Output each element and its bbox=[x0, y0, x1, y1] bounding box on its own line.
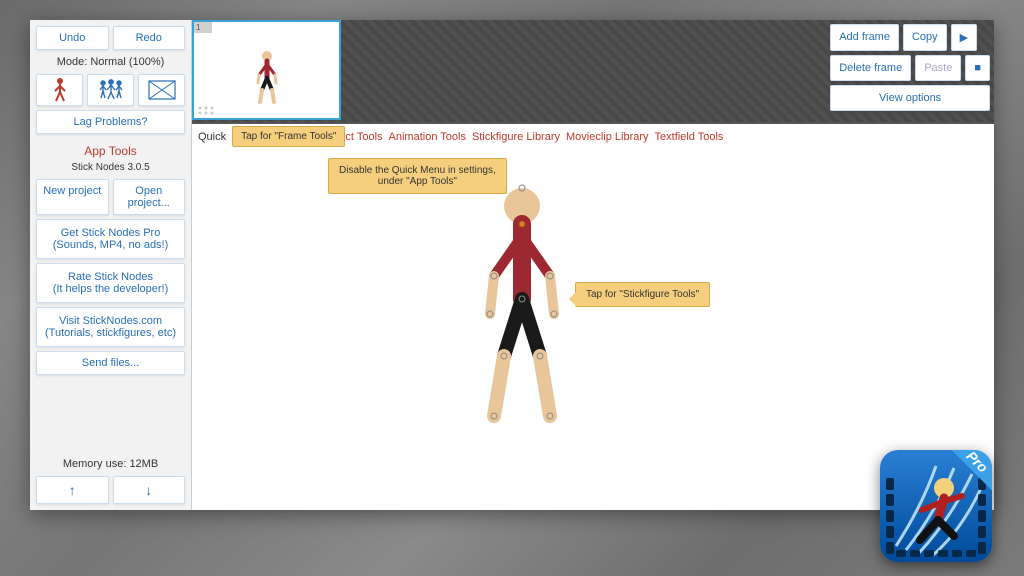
sidebar: Undo Redo Mode: Normal (100%) bbox=[30, 20, 192, 510]
stickfigure-library-link[interactable]: Stickfigure Library bbox=[472, 131, 560, 143]
main-area: 1 Add fra bbox=[192, 20, 994, 510]
canvas[interactable]: Quick Tap for "Frame Tools" ct Tools Ani… bbox=[192, 124, 994, 510]
undo-button[interactable]: Undo bbox=[36, 26, 109, 50]
frame-tools-tip: Tap for "Frame Tools" bbox=[232, 126, 345, 147]
delete-frame-button[interactable]: Delete frame bbox=[830, 55, 911, 81]
film-holes-bottom bbox=[896, 550, 976, 560]
stop-button[interactable]: ■ bbox=[965, 55, 990, 81]
stickfigure-tools-tip: Tap for "Stickfigure Tools" bbox=[575, 282, 710, 307]
play-icon: ▶ bbox=[960, 32, 968, 44]
view-options-button[interactable]: View options bbox=[830, 85, 990, 111]
frame-number-label: 1 bbox=[194, 22, 212, 33]
play-button[interactable]: ▶ bbox=[951, 24, 977, 51]
stickfigure[interactable] bbox=[462, 184, 582, 434]
film-holes-left bbox=[883, 474, 897, 558]
arrow-down-icon: ↓ bbox=[145, 482, 152, 498]
arrow-up-icon: ↑ bbox=[69, 482, 76, 498]
app-icon-stickfigure bbox=[904, 474, 970, 550]
textfield-tools-link[interactable]: Textfield Tools bbox=[655, 131, 724, 143]
quick-menu: Quick Tap for "Frame Tools" ct Tools Ani… bbox=[192, 124, 994, 149]
redo-button[interactable]: Redo bbox=[113, 26, 186, 50]
movieclip-library-link[interactable]: Movieclip Library bbox=[566, 131, 649, 143]
scroll-down-button[interactable]: ↓ bbox=[113, 476, 186, 504]
lag-button[interactable]: Lag Problems? bbox=[36, 110, 185, 134]
app-window: Undo Redo Mode: Normal (100%) bbox=[30, 20, 994, 510]
timeline[interactable]: 1 Add fra bbox=[192, 20, 994, 122]
open-project-button[interactable]: Open project... bbox=[113, 179, 186, 215]
paste-frame-button[interactable]: Paste bbox=[915, 55, 961, 81]
multi-select-tool-button[interactable] bbox=[87, 74, 134, 106]
app-icon: Pro bbox=[880, 450, 992, 562]
rate-button[interactable]: Rate Stick Nodes (It helps the developer… bbox=[36, 263, 185, 303]
pan-icon bbox=[148, 80, 176, 100]
project-tools-link[interactable]: ct Tools bbox=[345, 131, 382, 143]
add-frame-button[interactable]: Add frame bbox=[830, 24, 899, 51]
memory-label: Memory use: 12MB bbox=[36, 456, 185, 472]
copy-frame-button[interactable]: Copy bbox=[903, 24, 947, 51]
app-tools-heading: App Tools bbox=[36, 144, 185, 158]
new-project-button[interactable]: New project bbox=[36, 179, 109, 215]
animation-tools-link[interactable]: Animation Tools bbox=[389, 131, 466, 143]
mode-label: Mode: Normal (100%) bbox=[36, 54, 185, 70]
film-holes-right bbox=[975, 474, 989, 558]
stickfigure-thumb-icon bbox=[252, 50, 282, 105]
version-label: Stick Nodes 3.0.5 bbox=[36, 162, 185, 173]
frame-thumbnail[interactable]: 1 bbox=[192, 20, 341, 120]
frame-controls: Add frame Copy ▶ Delete frame Paste ■ Vi… bbox=[830, 24, 990, 111]
select-tool-button[interactable] bbox=[36, 74, 83, 106]
stop-icon: ■ bbox=[974, 62, 981, 74]
quick-menu-label: Quick bbox=[198, 131, 226, 143]
person-icon bbox=[52, 77, 68, 103]
people-icon bbox=[97, 79, 125, 101]
send-files-button[interactable]: Send files... bbox=[36, 351, 185, 375]
grip-icon bbox=[197, 105, 215, 115]
visit-site-button[interactable]: Visit StickNodes.com (Tutorials, stickfi… bbox=[36, 307, 185, 347]
scroll-up-button[interactable]: ↑ bbox=[36, 476, 109, 504]
pan-tool-button[interactable] bbox=[138, 74, 185, 106]
get-pro-button[interactable]: Get Stick Nodes Pro (Sounds, MP4, no ads… bbox=[36, 219, 185, 259]
